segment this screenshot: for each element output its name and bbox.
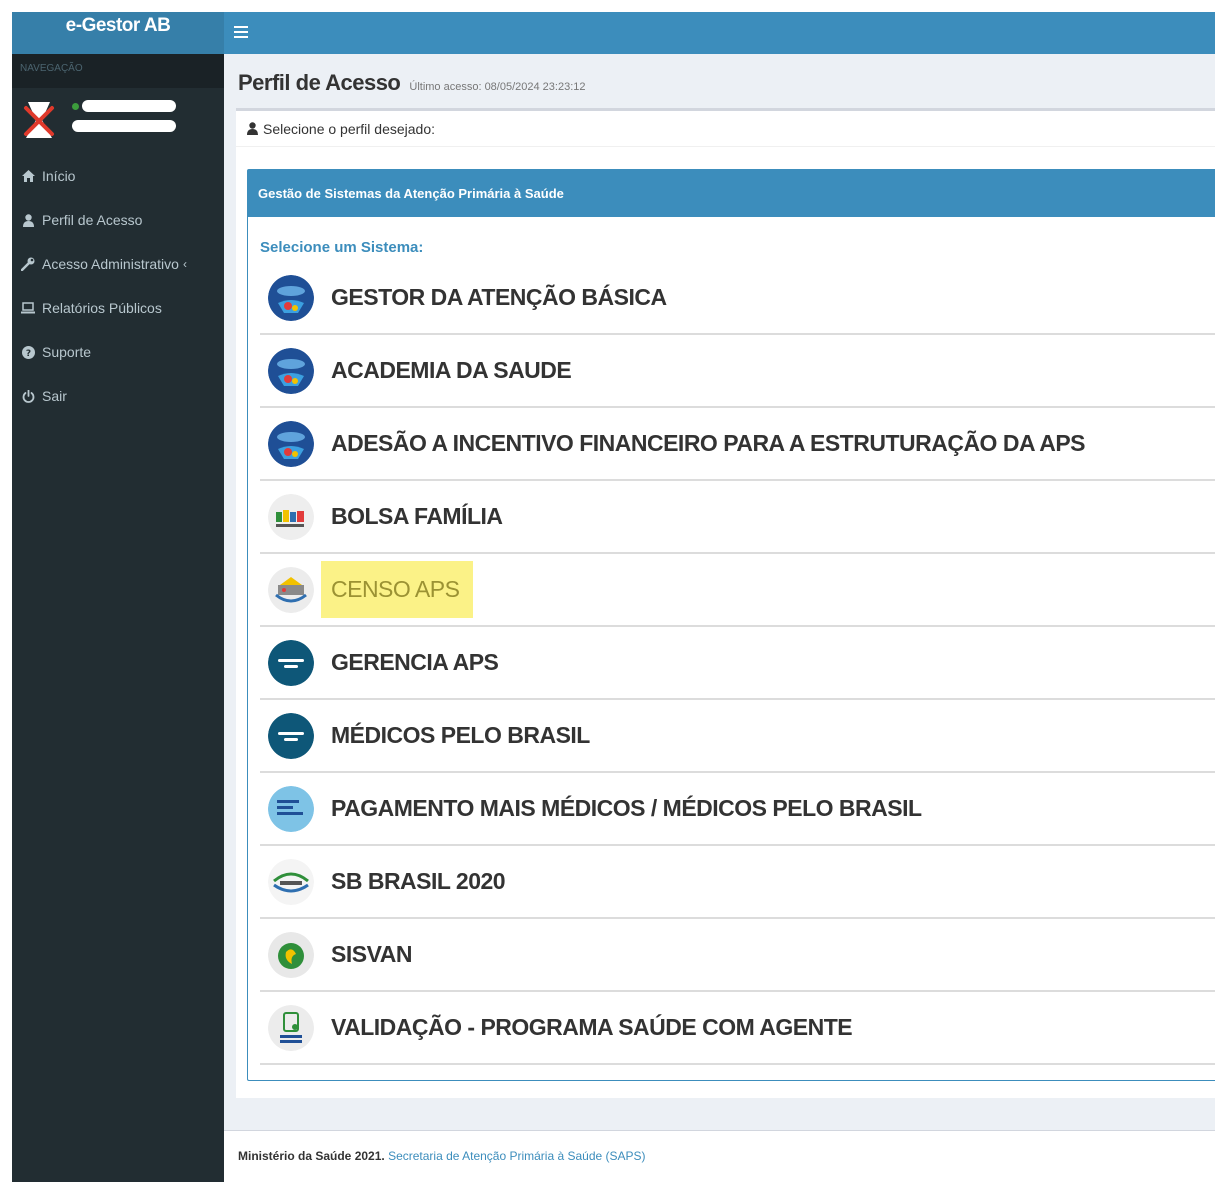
bolsa-familia-logo-icon — [268, 493, 314, 540]
sidebar-item-label: Perfil de Acesso — [42, 212, 143, 228]
user-role-redacted — [72, 120, 176, 132]
censo-aps-logo-icon — [268, 566, 314, 613]
sidebar-item-perfil-de-acesso[interactable]: Perfil de Acesso — [12, 198, 224, 242]
system-item-censo-aps[interactable]: CENSO APS — [260, 554, 1215, 627]
system-name: ADESÃO A INCENTIVO FINANCEIRO PARA A EST… — [331, 430, 1086, 456]
system-name: GERENCIA APS — [331, 649, 499, 675]
egestor-logo-icon — [268, 420, 314, 467]
nav-header: NAVEGAÇÃO — [12, 54, 224, 88]
footer-ministry-text: Ministério da Saúde 2021. — [238, 1149, 385, 1163]
svg-text:?: ? — [25, 349, 30, 359]
system-name: BOLSA FAMÍLIA — [331, 503, 503, 529]
avatar-icon — [24, 102, 54, 138]
gerencia-aps-logo-icon — [268, 639, 314, 686]
question-circle-icon: ? — [20, 344, 36, 360]
gerencia-aps-logo-icon — [268, 712, 314, 759]
power-icon — [20, 388, 36, 404]
main-content: Perfil de Acesso Último acesso: 08/05/20… — [224, 54, 1215, 1098]
sidebar-item-label: Suporte — [42, 344, 92, 360]
sidebar: e-Gestor AB NAVEGAÇÃO Início Perfil de A… — [12, 12, 224, 1182]
box-header: Selecione o perfil desejado: — [236, 111, 1215, 147]
select-system-label: Selecione um Sistema: — [260, 239, 424, 256]
page-title: Perfil de Acesso — [238, 70, 401, 95]
sb-brasil-logo-icon — [268, 858, 314, 905]
footer-saps-link[interactable]: Secretaria de Atenção Primária à Saúde (… — [388, 1149, 645, 1163]
system-item-medicos-pelo-brasil[interactable]: MÉDICOS PELO BRASIL — [260, 700, 1215, 773]
system-item-pagamento-mais-medicos[interactable]: PAGAMENTO MAIS MÉDICOS / MÉDICOS PELO BR… — [260, 773, 1215, 846]
system-name: PAGAMENTO MAIS MÉDICOS / MÉDICOS PELO BR… — [331, 795, 922, 821]
home-icon — [20, 168, 36, 184]
box-title: Selecione o perfil desejado: — [263, 120, 436, 137]
system-item-gerencia-aps[interactable]: GERENCIA APS — [260, 627, 1215, 700]
system-name: SISVAN — [331, 941, 412, 967]
mais-medicos-logo-icon — [268, 785, 314, 832]
system-list: GESTOR DA ATENÇÃO BÁSICA ACADEMIA DA SAU… — [260, 262, 1215, 1065]
sidebar-menu: Início Perfil de Acesso Acesso Administr… — [12, 154, 224, 418]
sidebar-item-sair[interactable]: Sair — [12, 374, 224, 418]
system-item-gestor-atencao-basica[interactable]: GESTOR DA ATENÇÃO BÁSICA — [260, 262, 1215, 335]
user-icon — [20, 212, 36, 228]
system-item-bolsa-familia[interactable]: BOLSA FAMÍLIA — [260, 481, 1215, 554]
chevron-left-icon: ‹ — [182, 257, 187, 271]
systems-panel: Gestão de Sistemas da Atenção Primária à… — [247, 169, 1215, 1081]
sidebar-item-label: Sair — [42, 388, 67, 404]
panel-heading: Gestão de Sistemas da Atenção Primária à… — [248, 170, 1215, 217]
last-access-text: Último acesso: 08/05/2024 23:23:12 — [409, 81, 586, 93]
sidebar-item-suporte[interactable]: ? Suporte — [12, 330, 224, 374]
system-item-sisvan[interactable]: SISVAN — [260, 919, 1215, 992]
egestor-logo-icon — [268, 274, 314, 321]
wrench-icon — [20, 256, 36, 272]
system-name: MÉDICOS PELO BRASIL — [331, 722, 590, 748]
system-name: VALIDAÇÃO - PROGRAMA SAÚDE COM AGENTE — [331, 1014, 853, 1040]
sidebar-item-label: Início — [42, 168, 76, 184]
page-header: Perfil de Acesso Último acesso: 08/05/20… — [238, 70, 586, 96]
system-item-adesao-incentivo-financeiro[interactable]: ADESÃO A INCENTIVO FINANCEIRO PARA A EST… — [260, 408, 1215, 481]
user-panel — [12, 88, 224, 154]
sisvan-logo-icon — [268, 931, 314, 978]
system-item-academia-da-saude[interactable]: ACADEMIA DA SAUDE — [260, 335, 1215, 408]
footer: Ministério da Saúde 2021. Secretaria de … — [224, 1130, 1215, 1182]
saude-com-agente-logo-icon — [268, 1004, 314, 1051]
laptop-icon — [20, 300, 36, 316]
system-item-sb-brasil-2020[interactable]: SB BRASIL 2020 — [260, 846, 1215, 919]
system-name: SB BRASIL 2020 — [331, 868, 506, 894]
egestor-logo-icon — [268, 347, 314, 394]
system-name: GESTOR DA ATENÇÃO BÁSICA — [331, 284, 667, 310]
online-status-icon — [72, 103, 79, 110]
sidebar-item-label: Acesso Administrativo — [42, 256, 179, 272]
system-name: ACADEMIA DA SAUDE — [331, 357, 572, 383]
user-icon — [247, 122, 258, 135]
sidebar-item-acesso-administrativo[interactable]: Acesso Administrativo ‹ — [12, 242, 224, 286]
user-name-redacted — [82, 100, 176, 112]
sidebar-item-inicio[interactable]: Início — [12, 154, 224, 198]
top-navbar — [224, 12, 1215, 54]
menu-toggle-icon[interactable] — [234, 26, 248, 38]
app-window: e-Gestor AB NAVEGAÇÃO Início Perfil de A… — [12, 12, 1215, 1182]
system-name-highlighted: CENSO APS — [321, 561, 474, 618]
system-item-validacao-saude-com-agente[interactable]: VALIDAÇÃO - PROGRAMA SAÚDE COM AGENTE — [260, 992, 1215, 1065]
profile-box: Selecione o perfil desejado: Gestão de S… — [236, 108, 1215, 1098]
sidebar-item-label: Relatórios Públicos — [42, 300, 162, 316]
brand-logo[interactable]: e-Gestor AB — [12, 12, 224, 54]
panel-body: Selecione um Sistema: GESTOR DA ATENÇÃO … — [248, 217, 1215, 1065]
sidebar-item-relatorios-publicos[interactable]: Relatórios Públicos — [12, 286, 224, 330]
